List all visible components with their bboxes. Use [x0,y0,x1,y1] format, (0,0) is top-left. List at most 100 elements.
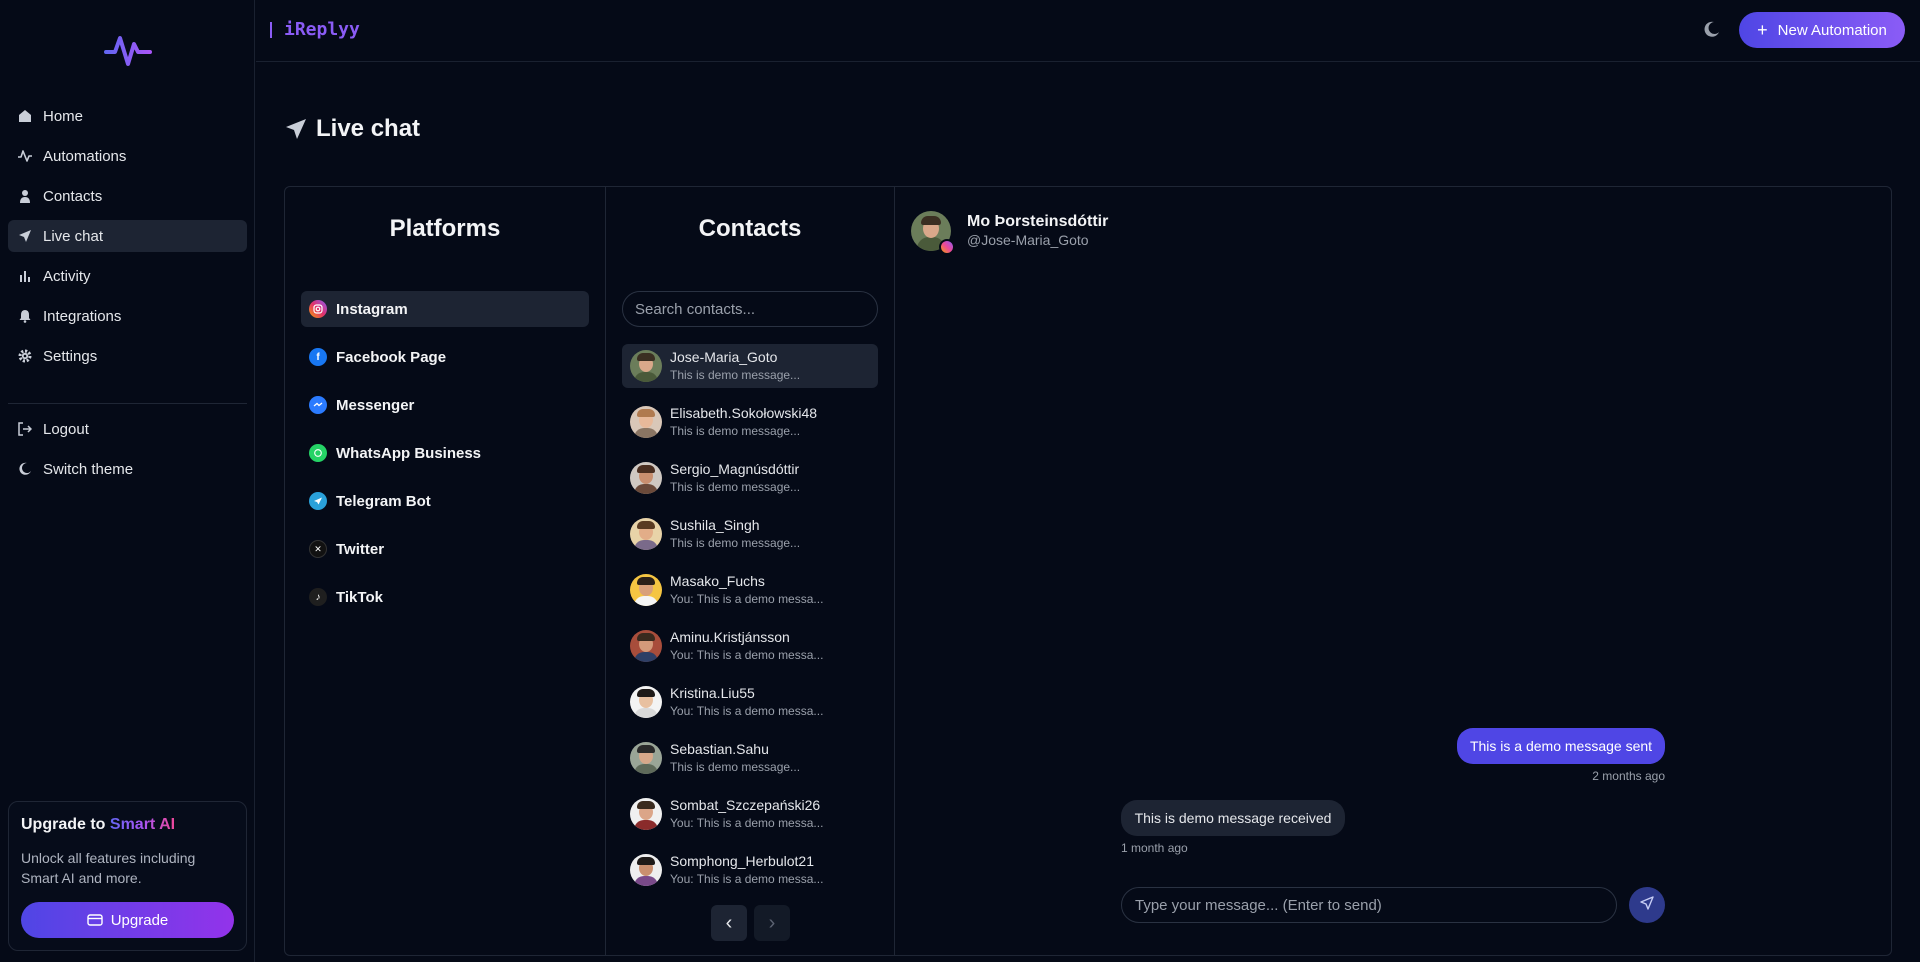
contact-name: Sombat_Szczepański26 [670,797,821,813]
platforms-column: Platforms Instagram f Facebook Page Mess… [285,187,606,955]
avatar [911,211,955,255]
contacts-title: Contacts [698,215,802,242]
avatar [630,854,662,886]
contact-name: Sebastian.Sahu [670,741,769,757]
switch-theme-button[interactable]: Switch theme [8,453,247,485]
contact-name: Jose-Maria_Goto [670,349,778,365]
gear-icon [17,348,33,364]
platform-item-whatsapp-business[interactable]: WhatsApp Business [301,435,589,471]
bell-icon [17,308,33,324]
sidebar-item-home[interactable]: Home [8,100,247,132]
contact-item[interactable]: Kristina.Liu55 You: This is a demo messa.… [622,680,878,724]
avatar [630,630,662,662]
platform-item-telegram-bot[interactable]: Telegram Bot [301,483,589,519]
brand-bar [270,21,272,38]
logout-label: Logout [43,420,89,438]
avatar [630,518,662,550]
platform-item-instagram[interactable]: Instagram [301,291,589,327]
sidebar-item-contacts[interactable]: Contacts [8,180,247,212]
message-timestamp: 2 months ago [1592,769,1665,783]
platform-item-tiktok[interactable]: ♪ TikTok [301,579,589,615]
contact-item[interactable]: Sebastian.Sahu This is demo message... [622,736,878,780]
upgrade-title: Upgrade to Smart AI [21,816,234,834]
app-logo[interactable] [104,30,152,70]
contact-item[interactable]: Aminu.Kristjánsson You: This is a demo me… [622,624,878,668]
bar-chart-icon [17,268,33,284]
telegram-icon [309,492,327,510]
upgrade-title-highlight: Smart AI [109,816,176,833]
contact-item[interactable]: Sushila_Singh This is demo message... [622,512,878,556]
contact-preview: You: This is a demo messa... [670,816,824,830]
messenger-icon [309,396,327,414]
previous-page-button[interactable]: ‹ [711,905,747,941]
home-icon [17,108,33,124]
avatar [630,406,662,438]
message-input[interactable] [1121,887,1617,923]
contact-preview: This is demo message... [670,368,801,382]
upgrade-description: Unlock all features including Smart AI a… [21,850,196,886]
avatar [630,686,662,718]
tiktok-icon: ♪ [309,588,327,606]
platform-label: Facebook Page [336,348,447,366]
credit-card-icon [87,914,103,926]
sidebar-item-label: Integrations [43,307,122,325]
contact-name: Sushila_Singh [670,517,760,533]
platform-item-facebook-page[interactable]: f Facebook Page [301,339,589,375]
sidebar-item-label: Activity [43,267,91,285]
upgrade-card: Upgrade to Smart AI Unlock all features … [8,801,247,951]
send-button[interactable] [1629,887,1665,923]
upgrade-button-label: Upgrade [110,911,169,929]
contact-item[interactable]: Elisabeth.Sokołowski48 This is demo messa… [622,400,878,444]
contact-item[interactable]: Sergio_Magnúsdóttir This is demo message.… [622,456,878,500]
contact-item[interactable]: Somphong_Herbulot21 You: This is a demo m… [622,848,878,892]
sidebar-secondary-nav: Logout Switch theme [8,413,247,493]
sidebar-item-label: Automations [43,147,127,165]
platform-label: Messenger [336,396,415,414]
sidebar-item-label: Settings [43,347,98,365]
upgrade-button[interactable]: Upgrade [21,902,234,938]
whatsapp-icon [309,444,327,462]
contacts-column: Contacts Jose-Maria_Goto This is demo mes… [606,187,895,955]
message-received: This is demo message received [1121,800,1345,836]
send-icon [284,117,308,141]
sidebar-item-integrations[interactable]: Integrations [8,300,247,332]
chevron-left-icon: ‹ [725,912,733,934]
new-automation-button[interactable]: + New Automation [1739,12,1905,48]
user-icon [17,188,33,204]
page-title: Live chat [284,115,420,143]
contact-preview: This is demo message... [670,480,801,494]
sidebar-item-live-chat[interactable]: Live chat [8,220,247,252]
contact-item[interactable]: Masako_Fuchs You: This is a demo messa... [622,568,878,612]
contact-preview: This is demo message... [670,424,801,438]
contact-name: Elisabeth.Sokołowski48 [670,405,818,421]
send-icon [17,228,33,244]
contact-name: Kristina.Liu55 [670,685,755,701]
platform-item-twitter[interactable]: ✕ Twitter [301,531,589,567]
chat-header: Mo Þorsteinsdóttir @Jose-Maria_Goto [911,211,1109,255]
sidebar-item-automations[interactable]: Automations [8,140,247,172]
page-title-text: Live chat [316,115,421,142]
logout-button[interactable]: Logout [8,413,247,445]
sidebar-item-activity[interactable]: Activity [8,260,247,292]
platform-label: WhatsApp Business [336,444,482,462]
next-page-button[interactable]: › [754,905,790,941]
contact-name: Sergio_Magnúsdóttir [670,461,800,477]
search-contacts-input[interactable] [622,291,878,327]
sidebar: Home Automations Contacts Live chat Acti… [0,0,255,962]
theme-toggle-button[interactable] [1701,20,1723,42]
activity-icon [17,148,33,164]
contact-item[interactable]: Sombat_Szczepański26 You: This is a demo … [622,792,878,836]
switch-theme-label: Switch theme [43,460,134,478]
contact-name: Masako_Fuchs [670,573,765,589]
platform-item-messenger[interactable]: Messenger [301,387,589,423]
platform-label: TikTok [336,588,383,606]
contact-item[interactable]: Jose-Maria_Goto This is demo message... [622,344,878,388]
chat-column: Mo Þorsteinsdóttir @Jose-Maria_Goto [895,187,1891,955]
sidebar-item-settings[interactable]: Settings [8,340,247,372]
chat-contact-name: Mo Þorsteinsdóttir [967,213,1109,230]
contact-preview: You: This is a demo messa... [670,704,824,718]
instagram-icon [309,300,327,318]
contact-preview: You: This is a demo messa... [670,648,824,662]
avatar [630,350,662,382]
sidebar-item-label: Contacts [43,187,103,205]
